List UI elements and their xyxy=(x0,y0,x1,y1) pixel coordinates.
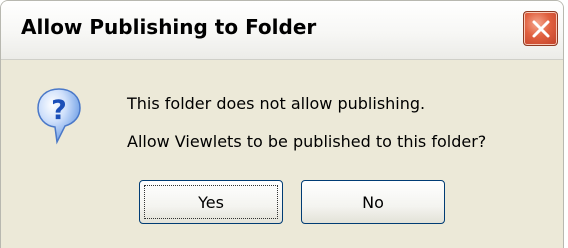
svg-text:?: ? xyxy=(51,95,67,126)
close-icon xyxy=(532,20,550,38)
title-bar[interactable]: Allow Publishing to Folder xyxy=(1,1,563,60)
yes-button[interactable]: Yes xyxy=(139,180,283,224)
yes-button-label: Yes xyxy=(198,192,224,212)
close-button[interactable] xyxy=(523,11,558,46)
no-button-label: No xyxy=(362,192,384,212)
message-line-1: This folder does not allow publishing. xyxy=(127,94,426,113)
dialog-title: Allow Publishing to Folder xyxy=(21,15,317,39)
dialog-window: Allow Publishing to Folder ? This folder… xyxy=(0,0,564,248)
message-line-2: Allow Viewlets to be published to this f… xyxy=(127,132,487,151)
no-button[interactable]: No xyxy=(301,180,445,224)
dialog-body: ? This folder does not allow publishing.… xyxy=(1,60,563,248)
question-icon: ? xyxy=(37,88,81,145)
